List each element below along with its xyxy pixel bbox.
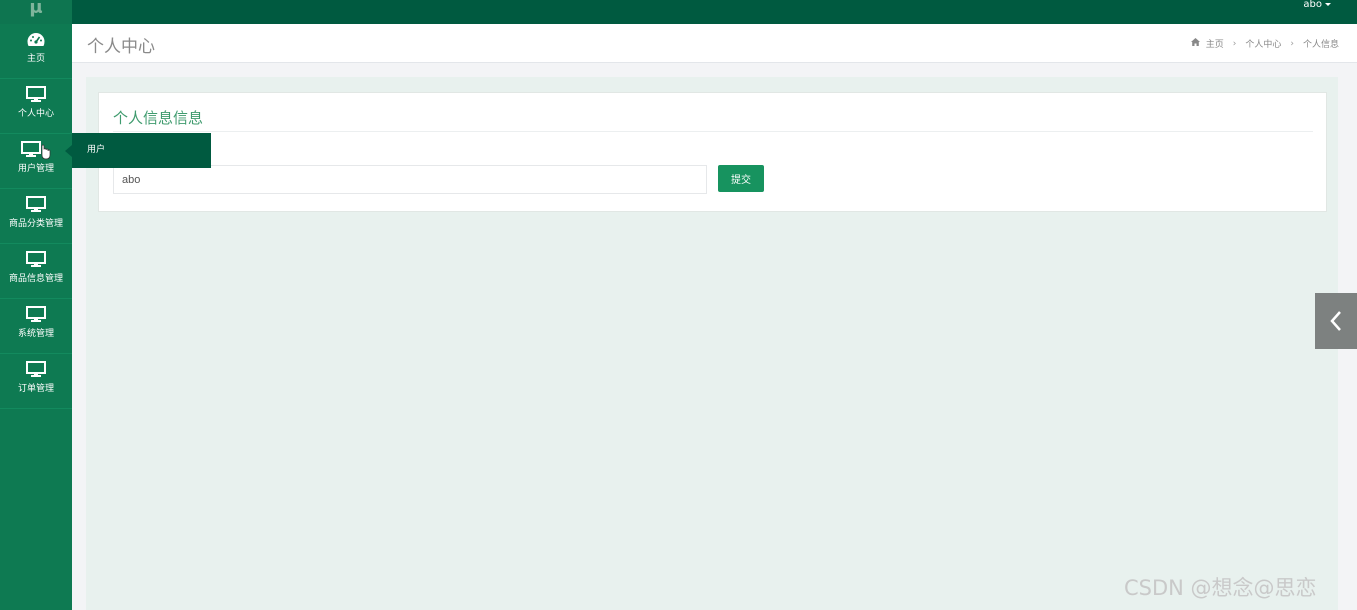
sidebar-item-order-management[interactable]: 订单管理 [0,354,72,409]
breadcrumb-personal-center[interactable]: 个人中心 [1245,37,1281,50]
monitor-icon [0,306,72,326]
sidebar-item-label: 订单管理 [17,384,54,394]
sidebar-item-category-management[interactable]: 商品分类管理 [0,189,72,244]
sidebar-item-home[interactable]: 主页 [0,24,72,79]
user-menu[interactable]: abo [1303,0,1331,12]
sidebar-item-label: 主页 [26,54,45,64]
monitor-icon [0,141,72,161]
breadcrumb-current: 个人信息 [1302,40,1339,50]
logo: μ [0,0,72,24]
sidebar-item-label: 用户管理 [17,164,54,174]
sidebar-item-system-management[interactable]: 系统管理 [0,299,72,354]
sidebar-item-label: 个人中心 [17,109,54,119]
monitor-icon [0,86,72,106]
collapse-panel-button[interactable] [1315,293,1357,349]
user-name: abo [1303,0,1322,10]
sidebar: 主页 个人中心 用户管理 商品分类管理 商品信息管理 系统管理 订单管理 [0,24,72,610]
chevron-left-icon [1330,311,1341,331]
dashboard-icon [0,31,72,51]
monitor-icon [0,196,72,216]
top-bar: μ abo [0,0,1357,24]
sidebar-item-personal-center[interactable]: 个人中心 [0,79,72,134]
panel-title: 个人信息信息 [113,109,204,127]
home-icon [1190,38,1200,49]
sidebar-item-user-management[interactable]: 用户管理 [0,134,72,189]
monitor-icon [0,361,72,381]
submit-button[interactable]: 提交 [718,165,764,192]
chevron-right-icon: › [1232,38,1237,49]
breadcrumb: 主页 › 个人中心 › 个人信息 [1190,37,1339,50]
monitor-icon [0,251,72,271]
chevron-right-icon: › [1290,38,1294,49]
sidebar-item-product-management[interactable]: 商品信息管理 [0,244,72,299]
sidebar-item-label: 商品信息管理 [8,274,63,284]
page-title: 个人中心 [87,37,155,57]
sidebar-item-label: 商品分类管理 [8,219,63,229]
submenu-item-users[interactable]: 用户 [65,133,211,168]
main-content: 个人信息信息 提交 [86,77,1338,610]
profile-panel: 个人信息信息 提交 [98,92,1327,212]
watermark: CSDN @想念@思恋 [1124,576,1317,600]
breadcrumb-home[interactable]: 主页 [1206,37,1224,50]
sidebar-item-label: 系统管理 [17,329,54,339]
username-input[interactable] [113,165,707,194]
divider [113,131,1313,132]
caret-down-icon [1325,2,1331,6]
page-header: 个人中心 主页 › 个人中心 › 个人信息 [72,24,1357,63]
